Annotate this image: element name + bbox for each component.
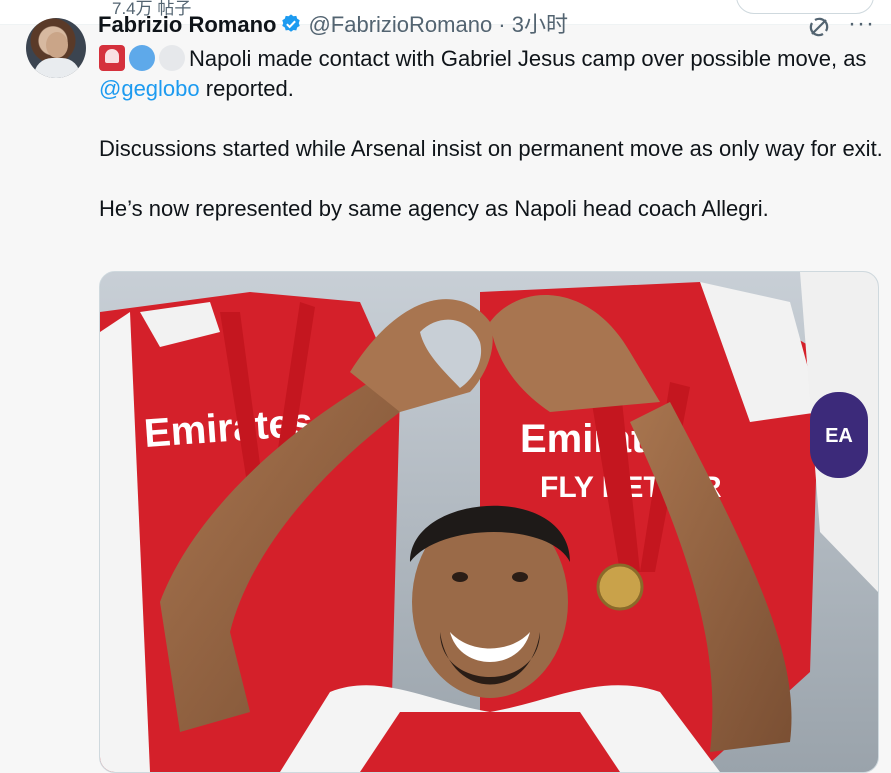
paragraph-3: He’s now represented by same agency as N… (99, 196, 769, 221)
paragraph-1-end: reported. (199, 76, 294, 101)
paragraph-1-text: Napoli made contact with Gabriel Jesus c… (189, 46, 867, 71)
tweet-header: Fabrizio Romano @FabrizioRomano · 3小时 (98, 12, 568, 38)
author-name[interactable]: Fabrizio Romano (98, 12, 276, 37)
blue-circle-emoji (129, 45, 155, 71)
player-jersey (360, 712, 620, 772)
white-circle-emoji (159, 45, 185, 71)
medal (596, 563, 644, 611)
photo-illustration: EA Emirates Emirates FLY BETTER (100, 272, 878, 772)
avatar-face (46, 32, 68, 58)
svg-text:EA: EA (825, 425, 853, 447)
tweet-photo[interactable]: EA Emirates Emirates FLY BETTER (99, 271, 879, 773)
verified-badge-icon (280, 13, 302, 35)
grok-icon[interactable] (806, 14, 832, 40)
paragraph-2: Discussions started while Arsenal insist… (99, 136, 883, 161)
tweet-text: Napoli made contact with Gabriel Jesus c… (99, 44, 889, 224)
avatar-shirt (34, 58, 80, 78)
mention-link[interactable]: @geglobo (99, 76, 200, 101)
author-handle[interactable]: @FabrizioRomano (308, 12, 492, 37)
post-time[interactable]: 3小时 (512, 12, 568, 37)
dot-separator: · (492, 12, 512, 37)
paragraph-1: Napoli made contact with Gabriel Jesus c… (99, 44, 889, 104)
siren-emoji (99, 45, 125, 71)
avatar[interactable] (26, 18, 86, 78)
more-icon[interactable]: ··· (848, 10, 875, 38)
